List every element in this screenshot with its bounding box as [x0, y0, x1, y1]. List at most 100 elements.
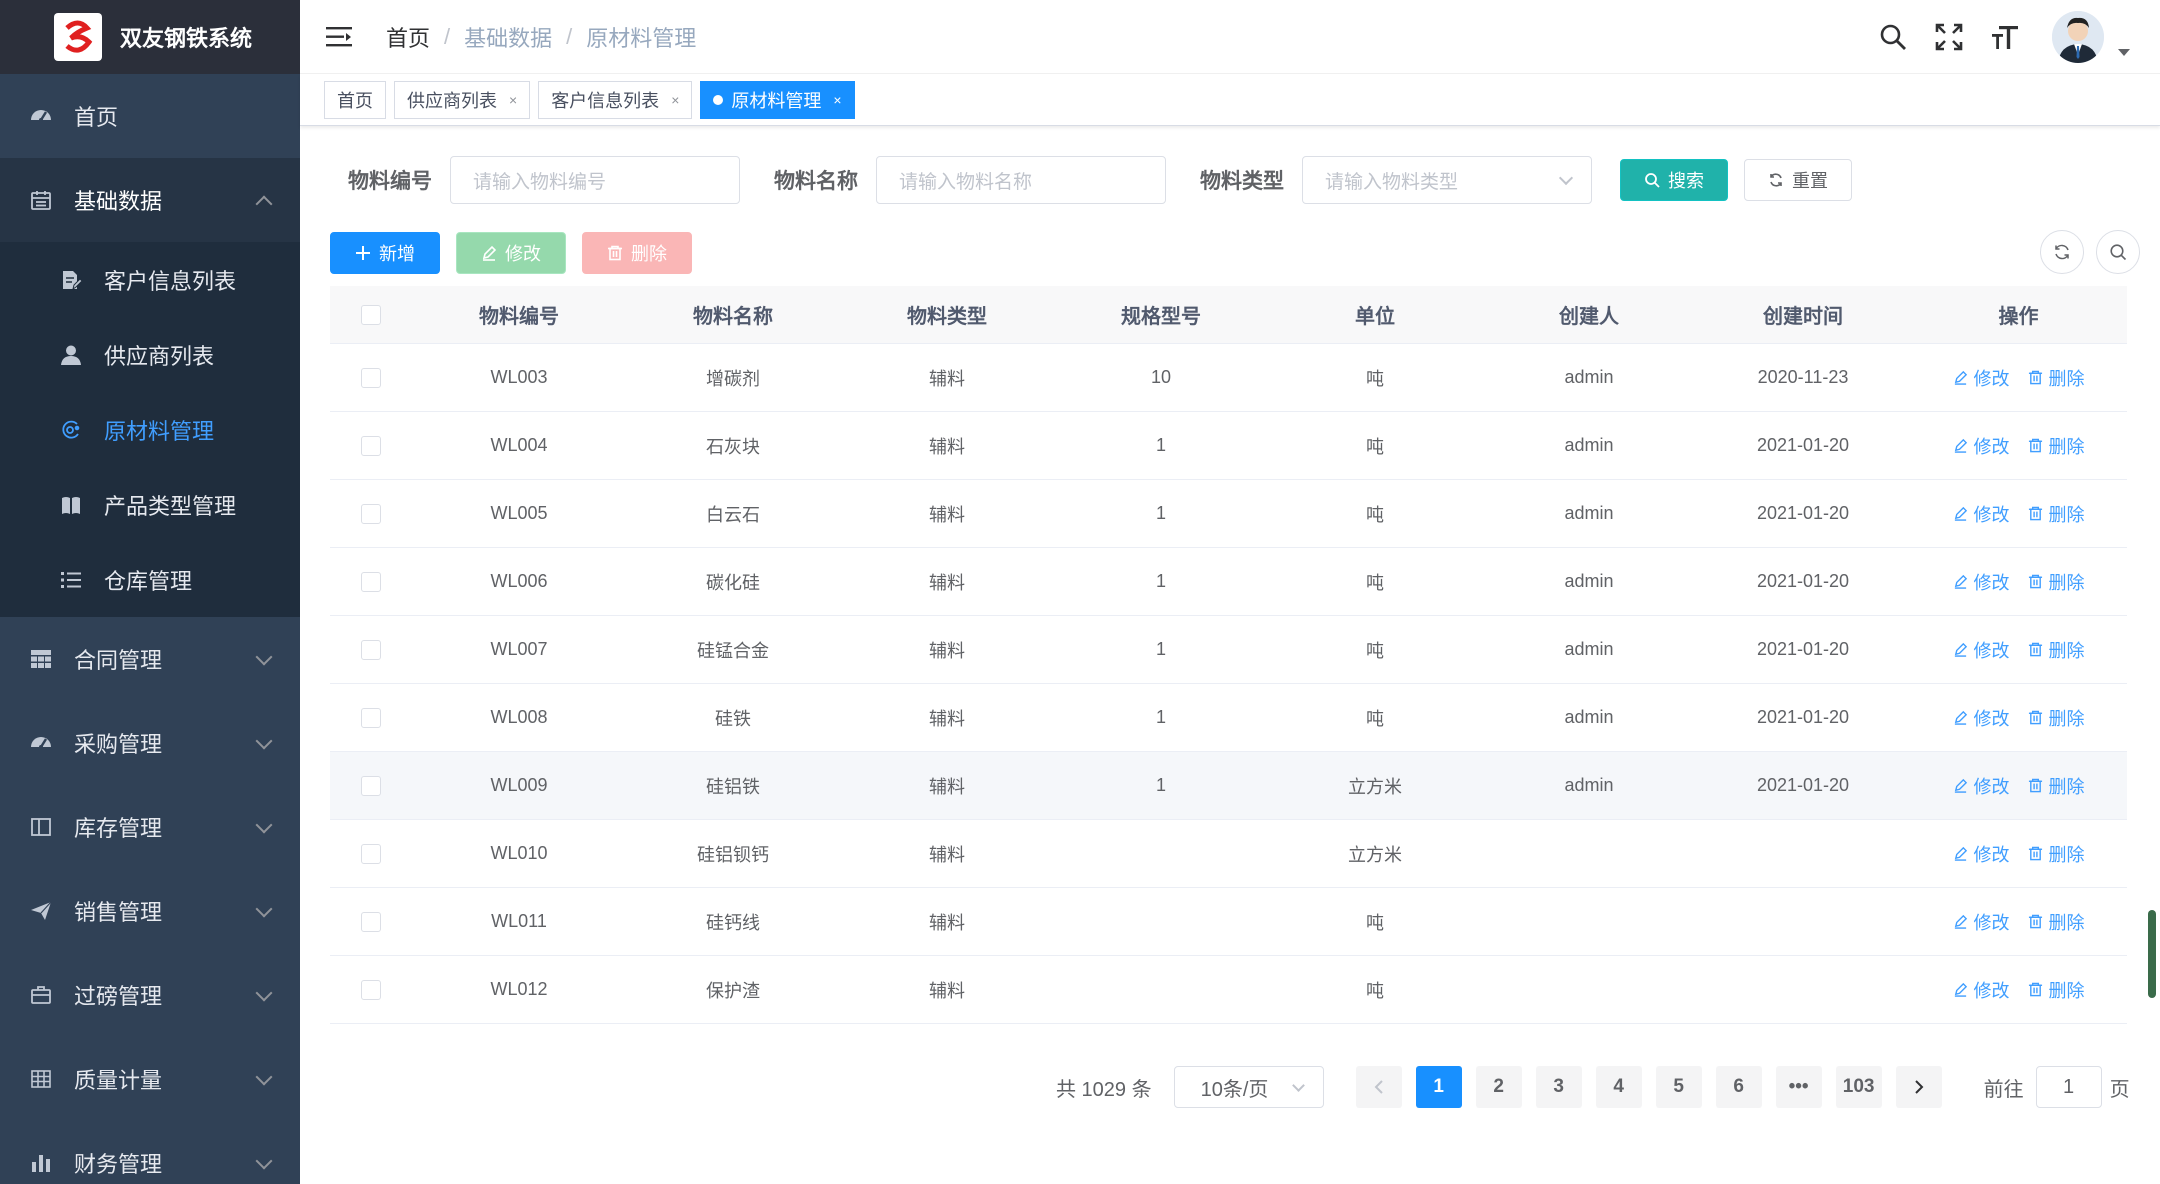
page-button[interactable]: 1: [1415, 1066, 1462, 1108]
page-button[interactable]: 2: [1475, 1066, 1522, 1108]
page-button[interactable]: 3: [1535, 1066, 1582, 1108]
tag-2[interactable]: 客户信息列表 ×: [538, 80, 693, 119]
sidebar-subitem-0[interactable]: 客户信息列表: [0, 242, 300, 317]
sidebar-item-5[interactable]: 销售管理: [0, 869, 300, 953]
row-edit-button[interactable]: 修改: [1953, 637, 2010, 663]
sidebar-item-8[interactable]: 财务管理: [0, 1121, 300, 1184]
row-edit-button[interactable]: 修改: [1953, 365, 2010, 391]
user-dropdown-icon[interactable]: [2118, 48, 2130, 56]
sidebar-item-1[interactable]: 基础数据: [0, 158, 300, 242]
sidebar-item-0[interactable]: 首页: [0, 74, 300, 158]
pagination: 共 1029 条 10条/页 1 2 3 4 5 6 ••• 103 前往 1 页: [1056, 1066, 2130, 1108]
row-checkbox[interactable]: [361, 571, 381, 592]
material-code-input[interactable]: 请输入物料编号: [450, 156, 740, 204]
delete-button[interactable]: 删除: [582, 232, 692, 274]
reset-button[interactable]: 重置: [1744, 159, 1852, 201]
page-size-select[interactable]: 10条/页: [1173, 1066, 1324, 1108]
breadcrumb-basic-data[interactable]: 基础数据: [464, 21, 552, 53]
goto-page-input[interactable]: 1: [2035, 1066, 2102, 1108]
row-edit-button[interactable]: 修改: [1953, 909, 2010, 935]
app-title: 双友钢铁系统: [120, 26, 253, 51]
row-delete-button[interactable]: 删除: [2028, 773, 2085, 799]
add-button[interactable]: 新增: [330, 232, 440, 274]
row-delete-button[interactable]: 删除: [2028, 433, 2085, 459]
fullscreen-icon[interactable]: [1934, 22, 1964, 52]
select-all-checkbox[interactable]: [361, 304, 381, 325]
close-icon[interactable]: ×: [833, 92, 841, 108]
table-row[interactable]: WL004 石灰块 辅料 1 吨 admin 2021-01-20 修改 删除: [330, 412, 2127, 480]
sidebar-item-6[interactable]: 过磅管理: [0, 953, 300, 1037]
page-button[interactable]: 5: [1655, 1066, 1702, 1108]
table-cell: 吨: [1366, 980, 1384, 1001]
table-row[interactable]: WL009 硅铝铁 辅料 1 立方米 admin 2021-01-20 修改 删除: [330, 752, 2127, 820]
row-delete-button[interactable]: 删除: [2028, 909, 2085, 935]
table-cell: WL003: [490, 367, 548, 387]
table-row[interactable]: WL005 白云石 辅料 1 吨 admin 2021-01-20 修改 删除: [330, 480, 2127, 548]
row-delete-button[interactable]: 删除: [2028, 977, 2085, 1003]
refresh-button[interactable]: [2040, 230, 2084, 274]
row-delete-button[interactable]: 删除: [2028, 705, 2085, 731]
material-type-select[interactable]: 请输入物料类型: [1302, 156, 1592, 204]
row-delete-button[interactable]: 删除: [2028, 501, 2085, 527]
table-row[interactable]: WL006 碳化硅 辅料 1 吨 admin 2021-01-20 修改 删除: [330, 548, 2127, 616]
more-pages-button[interactable]: •••: [1775, 1066, 1822, 1108]
sidebar-subitem-1[interactable]: 供应商列表: [0, 317, 300, 392]
row-checkbox[interactable]: [361, 367, 381, 388]
sidebar-subitem-4[interactable]: 仓库管理: [0, 542, 300, 617]
row-edit-button[interactable]: 修改: [1953, 841, 2010, 867]
sidebar-subitem-3[interactable]: 产品类型管理: [0, 467, 300, 542]
table-row[interactable]: WL010 硅铝钡钙 辅料 立方米 修改 删除: [330, 820, 2127, 888]
sidebar-item-7[interactable]: 质量计量: [0, 1037, 300, 1121]
sidebar-item-3[interactable]: 采购管理: [0, 701, 300, 785]
page-button[interactable]: 4: [1595, 1066, 1642, 1108]
tag-0[interactable]: 首页: [324, 80, 386, 119]
table-row[interactable]: WL011 硅钙线 辅料 吨 修改 删除: [330, 888, 2127, 956]
table-cell: WL012: [490, 979, 548, 999]
row-delete-button[interactable]: 删除: [2028, 569, 2085, 595]
row-checkbox[interactable]: [361, 775, 381, 796]
close-icon[interactable]: ×: [671, 92, 679, 108]
user-avatar[interactable]: [2052, 11, 2104, 63]
row-delete-button[interactable]: 删除: [2028, 365, 2085, 391]
sidebar-item-2[interactable]: 合同管理: [0, 617, 300, 701]
row-edit-button[interactable]: 修改: [1953, 773, 2010, 799]
search-icon[interactable]: [1878, 22, 1908, 52]
tag-3[interactable]: 原材料管理 ×: [700, 80, 855, 119]
row-delete-button[interactable]: 删除: [2028, 841, 2085, 867]
row-checkbox[interactable]: [361, 979, 381, 1000]
edit-icon: [1953, 914, 1968, 929]
row-checkbox[interactable]: [361, 639, 381, 660]
toggle-search-button[interactable]: [2096, 230, 2140, 274]
row-edit-button[interactable]: 修改: [1953, 433, 2010, 459]
search-button[interactable]: 搜索: [1620, 159, 1728, 201]
row-edit-button[interactable]: 修改: [1953, 569, 2010, 595]
row-checkbox[interactable]: [361, 707, 381, 728]
close-icon[interactable]: ×: [509, 92, 517, 108]
scrollbar[interactable]: [2148, 910, 2156, 998]
row-checkbox[interactable]: [361, 503, 381, 524]
tag-1[interactable]: 供应商列表 ×: [394, 80, 531, 119]
prev-page-button[interactable]: [1355, 1066, 1402, 1108]
sidebar-subitem-2[interactable]: 原材料管理: [0, 392, 300, 467]
table-row[interactable]: WL008 硅铁 辅料 1 吨 admin 2021-01-20 修改 删除: [330, 684, 2127, 752]
row-checkbox[interactable]: [361, 843, 381, 864]
breadcrumb-home[interactable]: 首页: [386, 21, 430, 53]
table-row[interactable]: WL003 增碳剂 辅料 10 吨 admin 2020-11-23 修改 删除: [330, 344, 2127, 412]
page-button[interactable]: 103: [1835, 1066, 1882, 1108]
font-size-icon[interactable]: [1990, 22, 2020, 52]
material-name-input[interactable]: 请输入物料名称: [876, 156, 1166, 204]
hamburger-icon[interactable]: [326, 25, 352, 49]
row-edit-button[interactable]: 修改: [1953, 977, 2010, 1003]
row-checkbox[interactable]: [361, 911, 381, 932]
table-row[interactable]: WL007 硅锰合金 辅料 1 吨 admin 2021-01-20 修改 删除: [330, 616, 2127, 684]
page-button[interactable]: 6: [1715, 1066, 1762, 1108]
row-edit-button[interactable]: 修改: [1953, 501, 2010, 527]
table-cell: 辅料: [929, 368, 965, 389]
edit-button[interactable]: 修改: [456, 232, 566, 274]
sidebar-item-4[interactable]: 库存管理: [0, 785, 300, 869]
row-checkbox[interactable]: [361, 435, 381, 456]
next-page-button[interactable]: [1895, 1066, 1942, 1108]
row-delete-button[interactable]: 删除: [2028, 637, 2085, 663]
row-edit-button[interactable]: 修改: [1953, 705, 2010, 731]
table-row[interactable]: WL012 保护渣 辅料 吨 修改 删除: [330, 956, 2127, 1024]
